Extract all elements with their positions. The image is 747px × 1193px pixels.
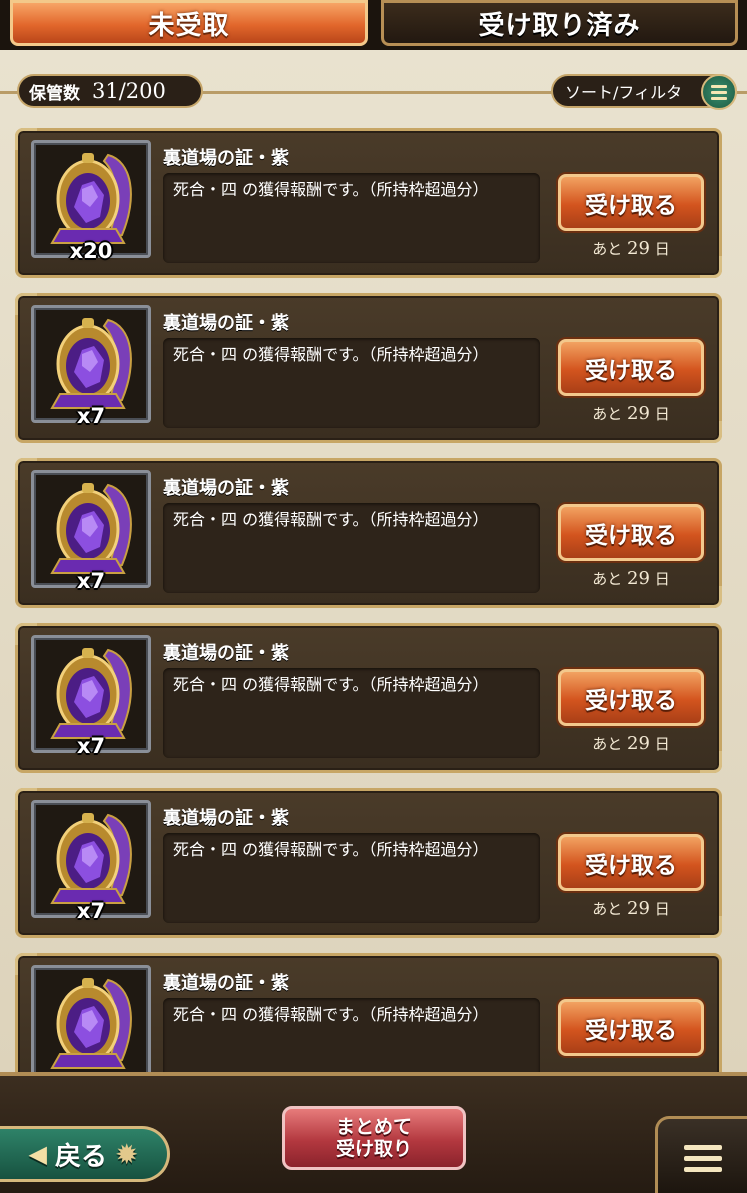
remaining-days: あと 29 日 xyxy=(558,403,704,424)
purple-emblem-icon xyxy=(48,807,138,907)
purple-emblem-icon xyxy=(48,147,138,247)
frame-corner xyxy=(700,916,722,938)
remaining-days: あと 29 日 xyxy=(558,238,704,259)
item-name: 裏道場の証・紫 xyxy=(163,478,289,499)
item-icon-frame[interactable]: x7 xyxy=(31,635,151,758)
storage-label: 保管数 xyxy=(29,83,80,104)
bottom-bar: ◀ 戻る ✹ まとめて 受け取り xyxy=(0,1072,747,1193)
remaining-prefix: あと xyxy=(592,735,623,753)
claim-all-line2: 受け取り xyxy=(335,1138,412,1160)
storage-count: 保管数 31/200 xyxy=(17,74,203,108)
item-card: x7 裏道場の証・紫死合・四 の獲得報酬です。（所持枠超過分） 受け取るあと 29 … xyxy=(15,458,722,608)
item-list[interactable]: x20 裏道場の証・紫 死合・四 の獲得報酬です。（所持枠超過分） 受け取る あと 29… xyxy=(0,128,747,1072)
remaining-days: あと 29 日 xyxy=(558,733,704,754)
frame-corner xyxy=(700,586,722,608)
item-quantity: x7 xyxy=(76,569,106,593)
item-icon-frame[interactable]: x7 xyxy=(31,305,151,428)
remaining-suffix: 日 xyxy=(654,405,670,423)
purple-emblem-icon xyxy=(48,972,138,1072)
tab-unclaimed[interactable]: 未受取 xyxy=(10,0,368,46)
claim-button[interactable]: 受け取る xyxy=(558,999,704,1056)
item-name: 裏道場の証・紫 xyxy=(163,808,289,829)
frame-corner xyxy=(700,256,722,278)
remaining-prefix: あと xyxy=(592,240,623,258)
item-icon-frame[interactable]: x7 xyxy=(31,470,151,593)
gear-icon: ✹ xyxy=(115,1137,139,1171)
sort-filter-button[interactable]: ソート/フィルタ xyxy=(551,74,737,110)
item-name: 裏道場の証・紫 xyxy=(163,148,289,169)
remaining-suffix: 日 xyxy=(654,735,670,753)
claim-all-button[interactable]: まとめて 受け取り xyxy=(282,1106,466,1170)
item-card: x7 裏道場の証・紫死合・四 の獲得報酬です。（所持枠超過分） 受け取るあと 29 … xyxy=(15,623,722,773)
claim-button[interactable]: 受け取る xyxy=(558,504,704,561)
item-description: 死合・四 の獲得報酬です。（所持枠超過分） xyxy=(163,998,540,1072)
remaining-number: 29 xyxy=(627,898,650,919)
purple-emblem-icon xyxy=(48,477,138,577)
remaining-number: 29 xyxy=(627,568,650,589)
item-quantity: x7 xyxy=(76,899,106,923)
remaining-days: あと 29 日 xyxy=(558,898,704,919)
remaining-prefix: あと xyxy=(592,570,623,588)
purple-emblem-icon xyxy=(48,642,138,742)
purple-emblem-icon xyxy=(48,312,138,412)
item-name: 裏道場の証・紫 xyxy=(163,973,289,994)
frame-corner xyxy=(700,751,722,773)
item-icon-frame[interactable]: x7 xyxy=(31,800,151,923)
item-description: 死合・四 の獲得報酬です。（所持枠超過分） xyxy=(163,503,540,593)
storage-value: 31/200 xyxy=(92,79,166,103)
claim-button[interactable]: 受け取る xyxy=(558,834,704,891)
filter-menu-icon[interactable] xyxy=(701,74,737,110)
main-menu-button[interactable] xyxy=(655,1116,747,1193)
remaining-suffix: 日 xyxy=(654,570,670,588)
claim-all-line1: まとめて xyxy=(335,1116,412,1138)
item-description: 死合・四 の獲得報酬です。（所持枠超過分） xyxy=(163,833,540,923)
back-label: 戻る xyxy=(54,1141,107,1172)
remaining-prefix: あと xyxy=(592,900,623,918)
claim-button[interactable]: 受け取る xyxy=(558,174,704,231)
item-card: x7 裏道場の証・紫死合・四 の獲得報酬です。（所持枠超過分） 受け取るあと 29 … xyxy=(15,293,722,443)
claim-button[interactable]: 受け取る xyxy=(558,669,704,726)
item-card: x20 裏道場の証・紫死合・四 の獲得報酬です。（所持枠超過分） 受け取るあと 29… xyxy=(15,128,722,278)
item-description: 死合・四 の獲得報酬です。（所持枠超過分） xyxy=(163,173,540,263)
frame-corner xyxy=(700,421,722,443)
remaining-number: 29 xyxy=(627,733,650,754)
item-name: 裏道場の証・紫 xyxy=(163,643,289,664)
item-quantity: x20 xyxy=(69,239,113,263)
back-button[interactable]: ◀ 戻る ✹ xyxy=(0,1126,170,1182)
remaining-number: 29 xyxy=(627,238,650,259)
item-quantity: x7 xyxy=(76,404,106,428)
item-icon-frame[interactable] xyxy=(31,965,151,1072)
remaining-suffix: 日 xyxy=(654,240,670,258)
item-icon-frame[interactable]: x20 xyxy=(31,140,151,263)
tab-claimed[interactable]: 受け取り済み xyxy=(381,0,738,46)
item-description: 死合・四 の獲得報酬です。（所持枠超過分） xyxy=(163,668,540,758)
item-quantity: x7 xyxy=(76,734,106,758)
remaining-number: 29 xyxy=(627,403,650,424)
back-arrow-icon: ◀ xyxy=(28,1140,47,1168)
claim-button[interactable]: 受け取る xyxy=(558,339,704,396)
storage-bar: 保管数 31/200 ソート/フィルタ xyxy=(0,72,747,112)
tab-bar: 未受取 受け取り済み xyxy=(0,0,747,50)
menu-icon xyxy=(683,1144,722,1150)
remaining-suffix: 日 xyxy=(654,900,670,918)
remaining-prefix: あと xyxy=(592,405,623,423)
item-card: x7 裏道場の証・紫死合・四 の獲得報酬です。（所持枠超過分） 受け取るあと 29 … xyxy=(15,788,722,938)
gift-box-panel: 保管数 31/200 ソート/フィルタ x20 裏道場の証・紫 死合・四 の獲得報酬… xyxy=(0,50,747,1072)
item-description: 死合・四 の獲得報酬です。（所持枠超過分） xyxy=(163,338,540,428)
remaining-days: あと 29 日 xyxy=(558,568,704,589)
item-name: 裏道場の証・紫 xyxy=(163,313,289,334)
sort-filter-label: ソート/フィルタ xyxy=(565,83,683,102)
item-card: 裏道場の証・紫死合・四 の獲得報酬です。（所持枠超過分） 受け取る xyxy=(15,953,722,1072)
